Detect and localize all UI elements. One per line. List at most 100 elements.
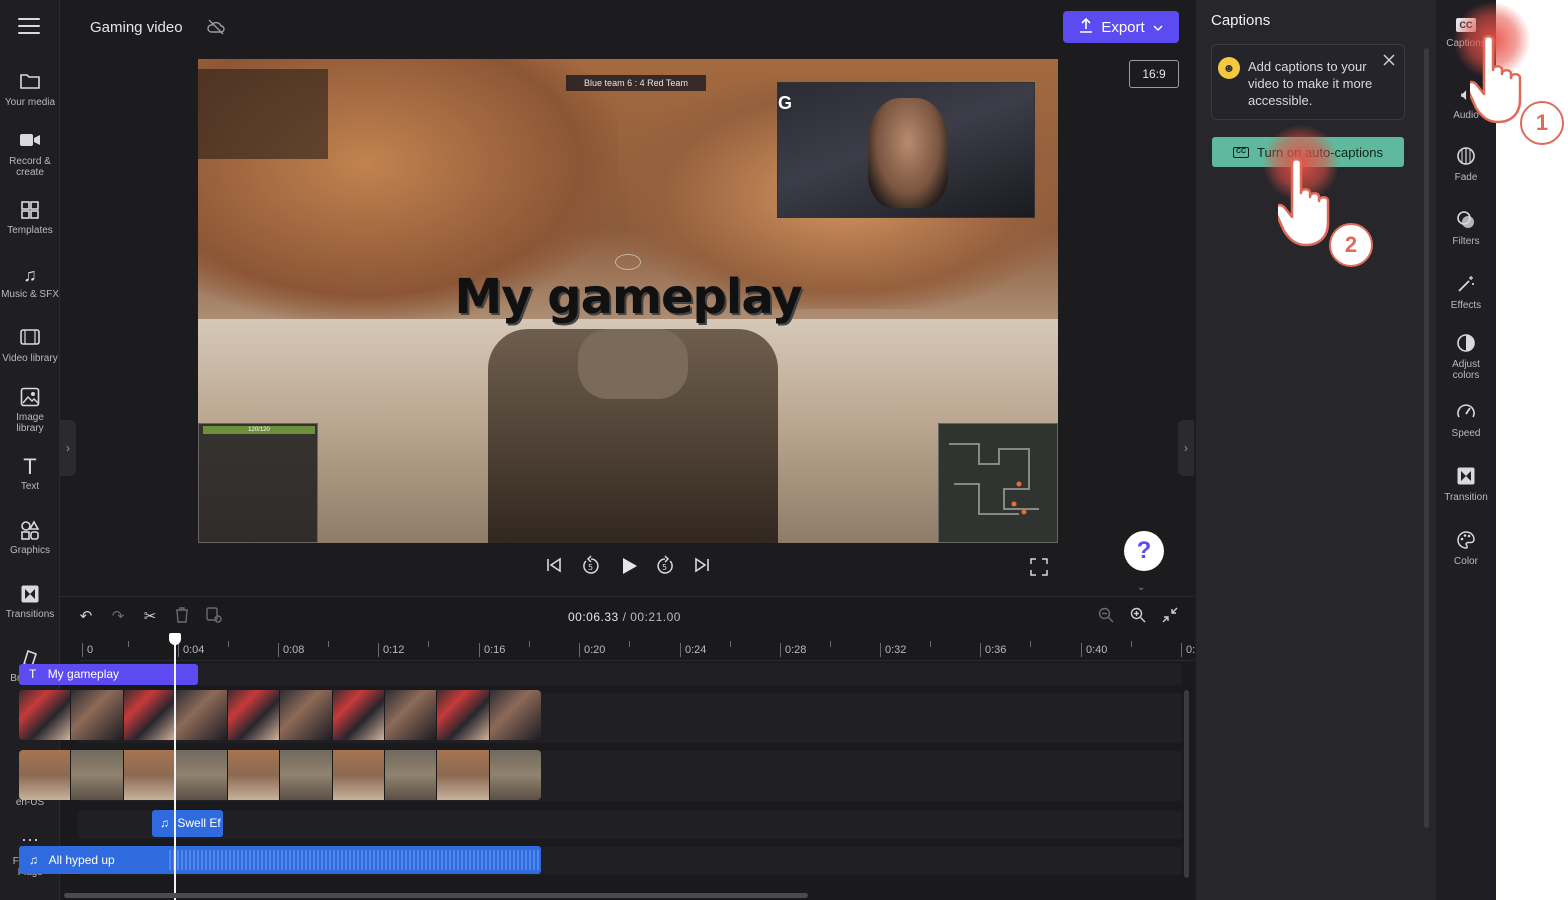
audio-clip[interactable]: ♫ All hyped up [19, 846, 541, 874]
total-time: / 00:21.00 [622, 610, 681, 624]
rail-fade[interactable]: Fade [1436, 146, 1496, 183]
nav-label: Text [20, 481, 40, 492]
duplicate-icon[interactable] [204, 607, 224, 627]
nav-label: Transitions [5, 609, 55, 620]
rail-effects[interactable]: Effects [1436, 274, 1496, 311]
rewind-5s-icon[interactable]: 5 [580, 555, 604, 579]
rail-transition[interactable]: Transition [1436, 466, 1496, 503]
nav-label: Music & SFX [1, 289, 59, 300]
crosshair-icon [615, 254, 641, 270]
close-icon[interactable] [1382, 53, 1398, 69]
ruler-tick: 0:28 [780, 643, 806, 657]
rail-color[interactable]: Color [1436, 530, 1496, 567]
playhead[interactable] [174, 636, 176, 900]
nav-label: Record & create [9, 156, 51, 178]
timeline-horizontal-scrollbar[interactable] [64, 893, 808, 898]
music-note-icon: ♫ [29, 853, 38, 867]
panel-scrollbar[interactable] [1424, 48, 1429, 828]
ruler-tick: 0:24 [680, 643, 706, 657]
timecode: 00:06.33 / 00:21.00 [568, 610, 681, 624]
time-ruler[interactable]: 0 0:04 0:08 0:12 0:16 0:20 0:24 0:28 0:3… [80, 637, 1195, 661]
timeline-vertical-scrollbar[interactable] [1184, 690, 1189, 878]
audio-clip-label: All hyped up [48, 853, 115, 867]
rail-speed[interactable]: Speed [1436, 402, 1496, 439]
timeline-toolbar: ↶ ↷ ✂ 00:06.33 / 00:21.00 [60, 597, 1194, 637]
rail-label: Fade [1454, 172, 1478, 183]
chevron-down-icon[interactable]: ⌄ [1137, 582, 1149, 593]
text-clip[interactable]: T My gameplay [19, 664, 198, 685]
transitions-icon [0, 584, 60, 606]
project-title[interactable]: Gaming video [90, 19, 183, 36]
camera-icon [0, 131, 60, 153]
effects-icon [1436, 274, 1496, 296]
gameplay-video-clip[interactable] [19, 750, 541, 800]
nav-video-library[interactable]: Video library [0, 328, 60, 364]
webcam-overlay: G [777, 82, 1035, 218]
rail-filters[interactable]: Filters [1436, 210, 1496, 247]
fade-icon [1436, 146, 1496, 168]
hud-score-text: Blue team 6 : 4 Red Team [566, 75, 706, 91]
forward-5s-icon[interactable]: 5 [654, 555, 678, 579]
zoom-in-icon[interactable] [1128, 607, 1148, 627]
filters-icon [1436, 210, 1496, 232]
step-number-badge: 1 [1520, 101, 1564, 145]
rail-label: Filters [1452, 236, 1480, 247]
nav-label: Graphics [9, 545, 50, 556]
export-button[interactable]: Export [1063, 11, 1179, 43]
ruler-tick: 0:20 [579, 643, 605, 657]
aspect-ratio-button[interactable]: 16:9 [1129, 60, 1179, 88]
sfx-clip[interactable]: ♫ Swell Ef [152, 810, 223, 837]
nav-transitions[interactable]: Transitions [0, 584, 60, 620]
svg-text:5: 5 [588, 563, 593, 572]
redo-icon[interactable]: ↷ [108, 607, 128, 627]
scissors-icon[interactable]: ✂ [140, 607, 160, 627]
fit-timeline-icon[interactable] [1160, 607, 1180, 627]
panel-title: Captions [1211, 12, 1271, 29]
webcam-video-clip[interactable] [19, 690, 541, 740]
nav-record-create[interactable]: Record & create [0, 131, 60, 178]
chevron-right-icon[interactable]: › [60, 420, 76, 476]
title-overlay-text[interactable]: My gameplay [198, 269, 1058, 325]
nav-label: Your media [4, 97, 56, 108]
color-palette-icon [1436, 530, 1496, 552]
cloud-off-icon [206, 17, 226, 37]
fullscreen-icon[interactable] [1030, 558, 1048, 576]
rail-label: Speed [1451, 428, 1481, 439]
video-preview[interactable]: Blue team 6 : 4 Red Team G 120/120 My ga… [198, 59, 1058, 543]
nav-templates[interactable]: Templates [0, 200, 60, 236]
rail-adjust-colors[interactable]: Adjust colors [1436, 333, 1496, 381]
delete-icon[interactable] [172, 607, 192, 627]
undo-icon[interactable]: ↶ [76, 607, 96, 627]
ruler-tick: 0:12 [378, 643, 404, 657]
nav-label: Templates [7, 225, 53, 236]
zoom-out-icon[interactable] [1096, 607, 1116, 627]
skip-to-start-icon[interactable] [544, 555, 568, 579]
nav-your-media[interactable]: Your media [0, 72, 60, 108]
nav-music-sfx[interactable]: ♫ Music & SFX [0, 264, 60, 300]
nav-text[interactable]: T Text [0, 456, 60, 493]
text-icon: T [29, 667, 37, 681]
chevron-right-icon[interactable]: › [1178, 420, 1194, 476]
rail-label: Transition [1444, 492, 1488, 503]
ruler-tick: 0:36 [980, 643, 1006, 657]
text-clip-label: My gameplay [47, 667, 120, 681]
image-icon [0, 387, 60, 409]
playhead-handle[interactable] [169, 633, 181, 645]
templates-icon [0, 200, 60, 222]
nav-image-library[interactable]: Image library [0, 387, 60, 434]
nav-label: Video library [2, 353, 58, 364]
rail-label: Adjust colors [1452, 359, 1480, 381]
music-icon: ♫ [23, 265, 37, 285]
transition-icon [1436, 466, 1496, 488]
hamburger-menu-icon[interactable] [18, 18, 40, 36]
ruler-tick: 0:08 [278, 643, 304, 657]
film-icon [0, 328, 60, 350]
hud-ammo-bar: 120/120 [203, 426, 315, 434]
nav-graphics[interactable]: Graphics [0, 520, 60, 556]
help-button[interactable]: ? [1124, 531, 1164, 571]
folder-icon [0, 72, 60, 94]
skip-to-end-icon[interactable] [692, 555, 716, 579]
ruler-tick: 0:40 [1081, 643, 1107, 657]
sfx-track [78, 811, 1182, 839]
play-icon[interactable] [618, 555, 642, 579]
